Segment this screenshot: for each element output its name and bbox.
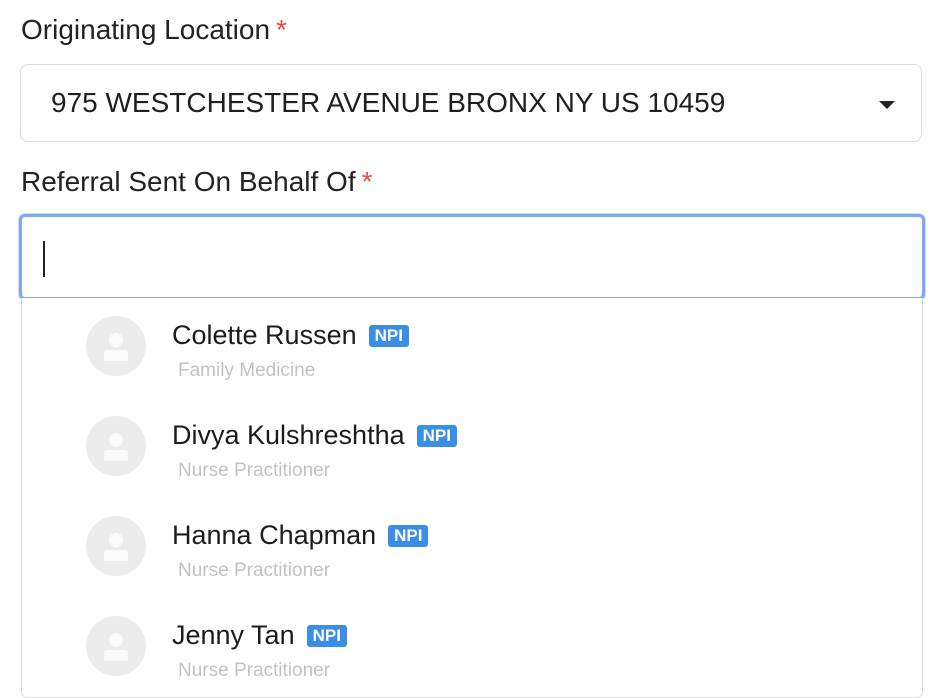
originating-location-label: Originating Location * xyxy=(21,14,287,46)
provider-name: Divya Kulshreshtha xyxy=(172,420,405,450)
provider-name-row: Jenny Tan NPI xyxy=(172,620,347,651)
avatar xyxy=(86,616,146,676)
required-marker: * xyxy=(361,166,373,197)
provider-name-row: Divya Kulshreshtha NPI xyxy=(172,420,457,451)
referral-behalf-field[interactable] xyxy=(19,214,925,300)
npi-badge: NPI xyxy=(306,624,347,647)
originating-location-select[interactable]: 975 WESTCHESTER AVENUE BRONX NY US 10459 xyxy=(20,64,922,142)
originating-location-label-text: Originating Location xyxy=(21,14,271,45)
provider-name-row: Hanna Chapman NPI xyxy=(172,520,429,551)
npi-badge: NPI xyxy=(416,424,457,447)
npi-badge: NPI xyxy=(368,324,409,347)
provider-dropdown-list[interactable]: Colette Russen NPI Family Medicine Divya… xyxy=(21,298,923,698)
provider-name-row: Colette Russen NPI xyxy=(172,320,409,351)
provider-name: Jenny Tan xyxy=(172,620,295,650)
provider-option[interactable]: Divya Kulshreshtha NPI Nurse Practitione… xyxy=(22,398,922,498)
text-cursor xyxy=(43,241,45,277)
provider-option[interactable]: Colette Russen NPI Family Medicine xyxy=(22,298,922,398)
provider-specialty: Nurse Practitioner xyxy=(178,460,331,481)
originating-location-value: 975 WESTCHESTER AVENUE BRONX NY US 10459 xyxy=(51,87,726,118)
provider-option[interactable]: Jenny Tan NPI Nurse Practitioner xyxy=(22,598,922,697)
provider-name: Colette Russen xyxy=(172,320,357,350)
avatar xyxy=(86,316,146,376)
referral-behalf-input[interactable] xyxy=(40,235,904,283)
referral-behalf-label: Referral Sent On Behalf Of * xyxy=(21,166,373,198)
provider-specialty: Family Medicine xyxy=(178,360,316,381)
provider-specialty: Nurse Practitioner xyxy=(178,560,331,581)
avatar xyxy=(86,516,146,576)
provider-specialty: Nurse Practitioner xyxy=(178,660,331,681)
provider-name: Hanna Chapman xyxy=(172,520,377,550)
chevron-down-icon[interactable] xyxy=(879,101,895,109)
avatar xyxy=(86,416,146,476)
required-marker: * xyxy=(276,14,287,45)
referral-behalf-label-text: Referral Sent On Behalf Of xyxy=(21,166,356,197)
npi-badge: NPI xyxy=(388,524,429,547)
provider-option[interactable]: Hanna Chapman NPI Nurse Practitioner xyxy=(22,498,922,598)
